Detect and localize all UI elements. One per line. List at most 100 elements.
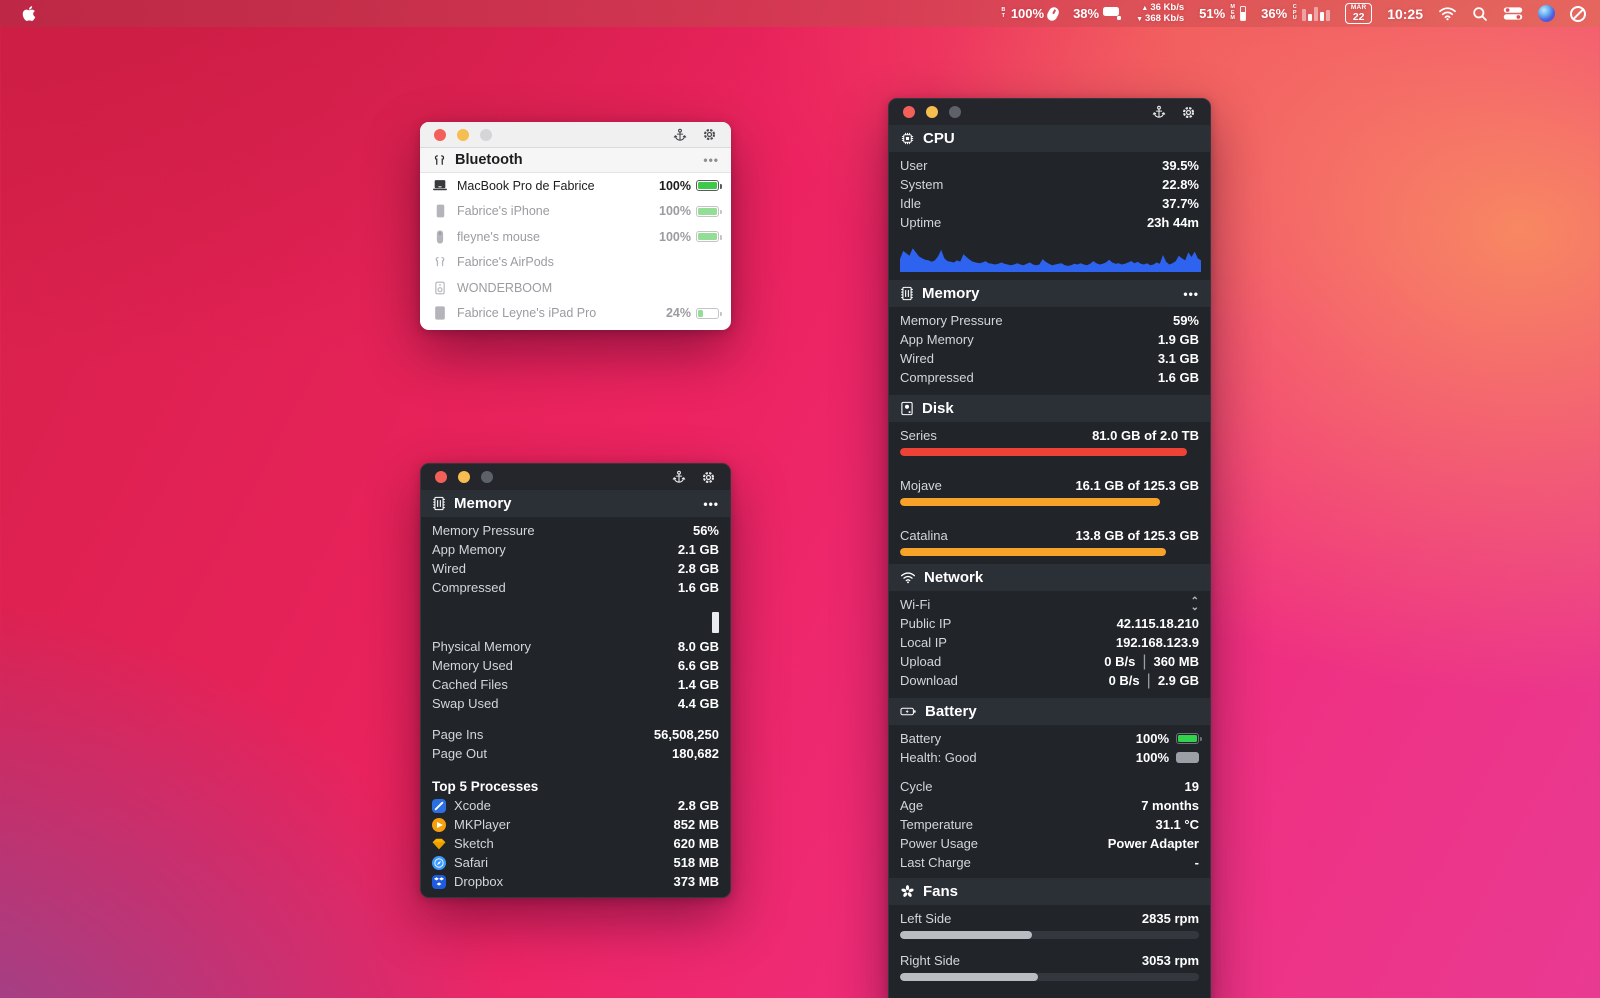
xcode-icon: [432, 799, 446, 813]
more-menu-icon[interactable]: •••: [1183, 287, 1199, 301]
menubar-network-speed[interactable]: ▲36 Kb/s ▼368 Kb/s: [1136, 3, 1184, 25]
more-menu-icon[interactable]: •••: [703, 497, 719, 511]
gear-icon[interactable]: [1181, 105, 1196, 120]
gear-icon[interactable]: [702, 127, 717, 142]
menubar-calendar[interactable]: MAR 22: [1345, 3, 1372, 24]
speed-row: Upload 0 B/s|360 MB: [889, 652, 1210, 671]
ram-chip-icon: [900, 286, 914, 301]
download-total: 2.9 GB: [1158, 673, 1199, 688]
fan-row: Right Side3053 rpm: [889, 951, 1210, 970]
device-row-speaker[interactable]: WONDERBOOM: [420, 275, 731, 301]
menubar-wifi[interactable]: [1438, 6, 1457, 21]
menubar-spotlight[interactable]: [1472, 6, 1488, 22]
bt-battery-percent: 100%: [1011, 6, 1044, 21]
device-row-airpods[interactable]: Fabrice's AirPods: [420, 250, 731, 276]
apple-menu[interactable]: [22, 5, 36, 22]
disk-drive-icon: [1103, 7, 1121, 20]
clock-time: 10:25: [1387, 6, 1423, 22]
mouse-device-icon: [436, 230, 444, 244]
fans-title: Fans: [923, 883, 958, 900]
safari-icon: [432, 856, 446, 870]
battery-charge-row: Battery 100%: [889, 729, 1210, 748]
more-menu-icon[interactable]: •••: [703, 153, 719, 167]
upload-speed: 36 Kb/s: [1150, 2, 1184, 13]
menubar-cpu[interactable]: 36% CPU: [1261, 5, 1330, 22]
siri-icon: [1538, 5, 1555, 22]
pin-anchor-icon[interactable]: [672, 470, 686, 484]
gear-icon[interactable]: [701, 470, 716, 485]
stat-row: Compressed1.6 GB: [421, 578, 730, 597]
fan-speed-bar: [900, 931, 1199, 939]
cpu-section-header: CPU: [889, 125, 1210, 152]
close-button[interactable]: [435, 471, 447, 483]
pin-anchor-icon[interactable]: [1152, 105, 1166, 119]
stat-row: Age7 months: [889, 796, 1210, 815]
disk-usage-bar: [900, 498, 1199, 506]
menubar-bluetooth-battery[interactable]: BT 100%: [1000, 6, 1058, 21]
close-button[interactable]: [434, 129, 446, 141]
stat-row: Cached Files1.4 GB: [421, 675, 730, 694]
stats-window: CPU User39.5% System22.8% Idle37.7% Upti…: [888, 98, 1211, 998]
battery-icon: [696, 180, 719, 191]
airpods-icon: [432, 153, 447, 168]
mouse-icon: [1045, 5, 1060, 22]
close-button[interactable]: [903, 106, 915, 118]
stat-row: Idle37.7%: [889, 194, 1210, 213]
stat-row: Swap Used4.4 GB: [421, 694, 730, 713]
download-arrow-icon: ▼: [1136, 16, 1143, 23]
device-battery-percent: 24%: [666, 306, 691, 320]
zoom-button[interactable]: [481, 471, 493, 483]
pin-anchor-icon[interactable]: [673, 128, 687, 142]
menubar-control-center[interactable]: [1503, 6, 1523, 21]
battery-icon: [900, 705, 917, 718]
device-name: Fabrice Leyne's iPad Pro: [457, 306, 596, 320]
menubar-siri[interactable]: [1538, 5, 1555, 22]
stat-row: Last Charge-: [889, 853, 1210, 872]
upload-arrow-icon: ▲: [1141, 5, 1148, 12]
stat-row: Memory Used6.6 GB: [421, 656, 730, 675]
process-row-safari: Safari518 MB: [421, 853, 730, 872]
disk-percent: 38%: [1073, 6, 1099, 21]
fan-row: Left Side2835 rpm: [889, 909, 1210, 928]
battery-level-icon: [1176, 733, 1199, 744]
battery-percent: 100%: [1136, 731, 1169, 746]
menubar-disk[interactable]: 38%: [1073, 6, 1121, 21]
upload-rate: 0 B/s: [1104, 654, 1135, 669]
menubar-memory[interactable]: 51% MEM: [1199, 5, 1246, 22]
device-row-macbook[interactable]: MacBook Pro de Fabrice 100%: [420, 173, 731, 199]
interface-row[interactable]: Wi-Fi ⌃⌄: [889, 595, 1210, 614]
stat-row: Page Out180,682: [421, 744, 730, 763]
menu-bar: BT 100% 38% ▲36 Kb/s ▼368 Kb/s 51% MEM 3…: [0, 0, 1600, 27]
volume-row: Series81.0 GB of 2.0 TB: [889, 426, 1210, 445]
device-row-ipad[interactable]: Fabrice Leyne's iPad Pro 24%: [420, 301, 731, 327]
memory-section-header: Memory •••: [421, 490, 730, 517]
device-row-iphone[interactable]: Fabrice's iPhone 100%: [420, 199, 731, 225]
network-section-header: Network: [889, 564, 1210, 591]
memory-title: Memory: [454, 495, 512, 512]
device-row-mouse[interactable]: fleyne's mouse 100%: [420, 224, 731, 250]
minimize-button[interactable]: [458, 471, 470, 483]
minimize-button[interactable]: [457, 129, 469, 141]
battery-icon: [696, 206, 719, 217]
health-bar-icon: [1176, 752, 1199, 763]
stat-row: Public IP42.115.18.210: [889, 614, 1210, 633]
memory-window: Memory ••• Memory Pressure56% App Memory…: [420, 463, 731, 898]
stats-titlebar: [889, 99, 1210, 125]
minimize-button[interactable]: [926, 106, 938, 118]
interface-name: Wi-Fi: [900, 597, 930, 612]
memory-percent: 51%: [1199, 6, 1225, 21]
menubar-clock[interactable]: 10:25: [1387, 6, 1423, 22]
battery-title: Battery: [925, 703, 977, 720]
stat-row: App Memory1.9 GB: [889, 330, 1210, 349]
stat-row: Wired3.1 GB: [889, 349, 1210, 368]
zoom-button[interactable]: [480, 129, 492, 141]
volume-row: Catalina13.8 GB of 125.3 GB: [889, 526, 1210, 545]
zoom-button[interactable]: [949, 106, 961, 118]
stat-row: Memory Pressure59%: [889, 311, 1210, 330]
sketch-icon: [432, 837, 446, 851]
menubar-do-not-disturb[interactable]: [1570, 6, 1586, 22]
disk-usage-bar: [900, 548, 1199, 556]
stat-row: Page Ins56,508,250: [421, 725, 730, 744]
interface-select-icon[interactable]: ⌃⌄: [1191, 599, 1199, 610]
memory-titlebar: [421, 464, 730, 490]
